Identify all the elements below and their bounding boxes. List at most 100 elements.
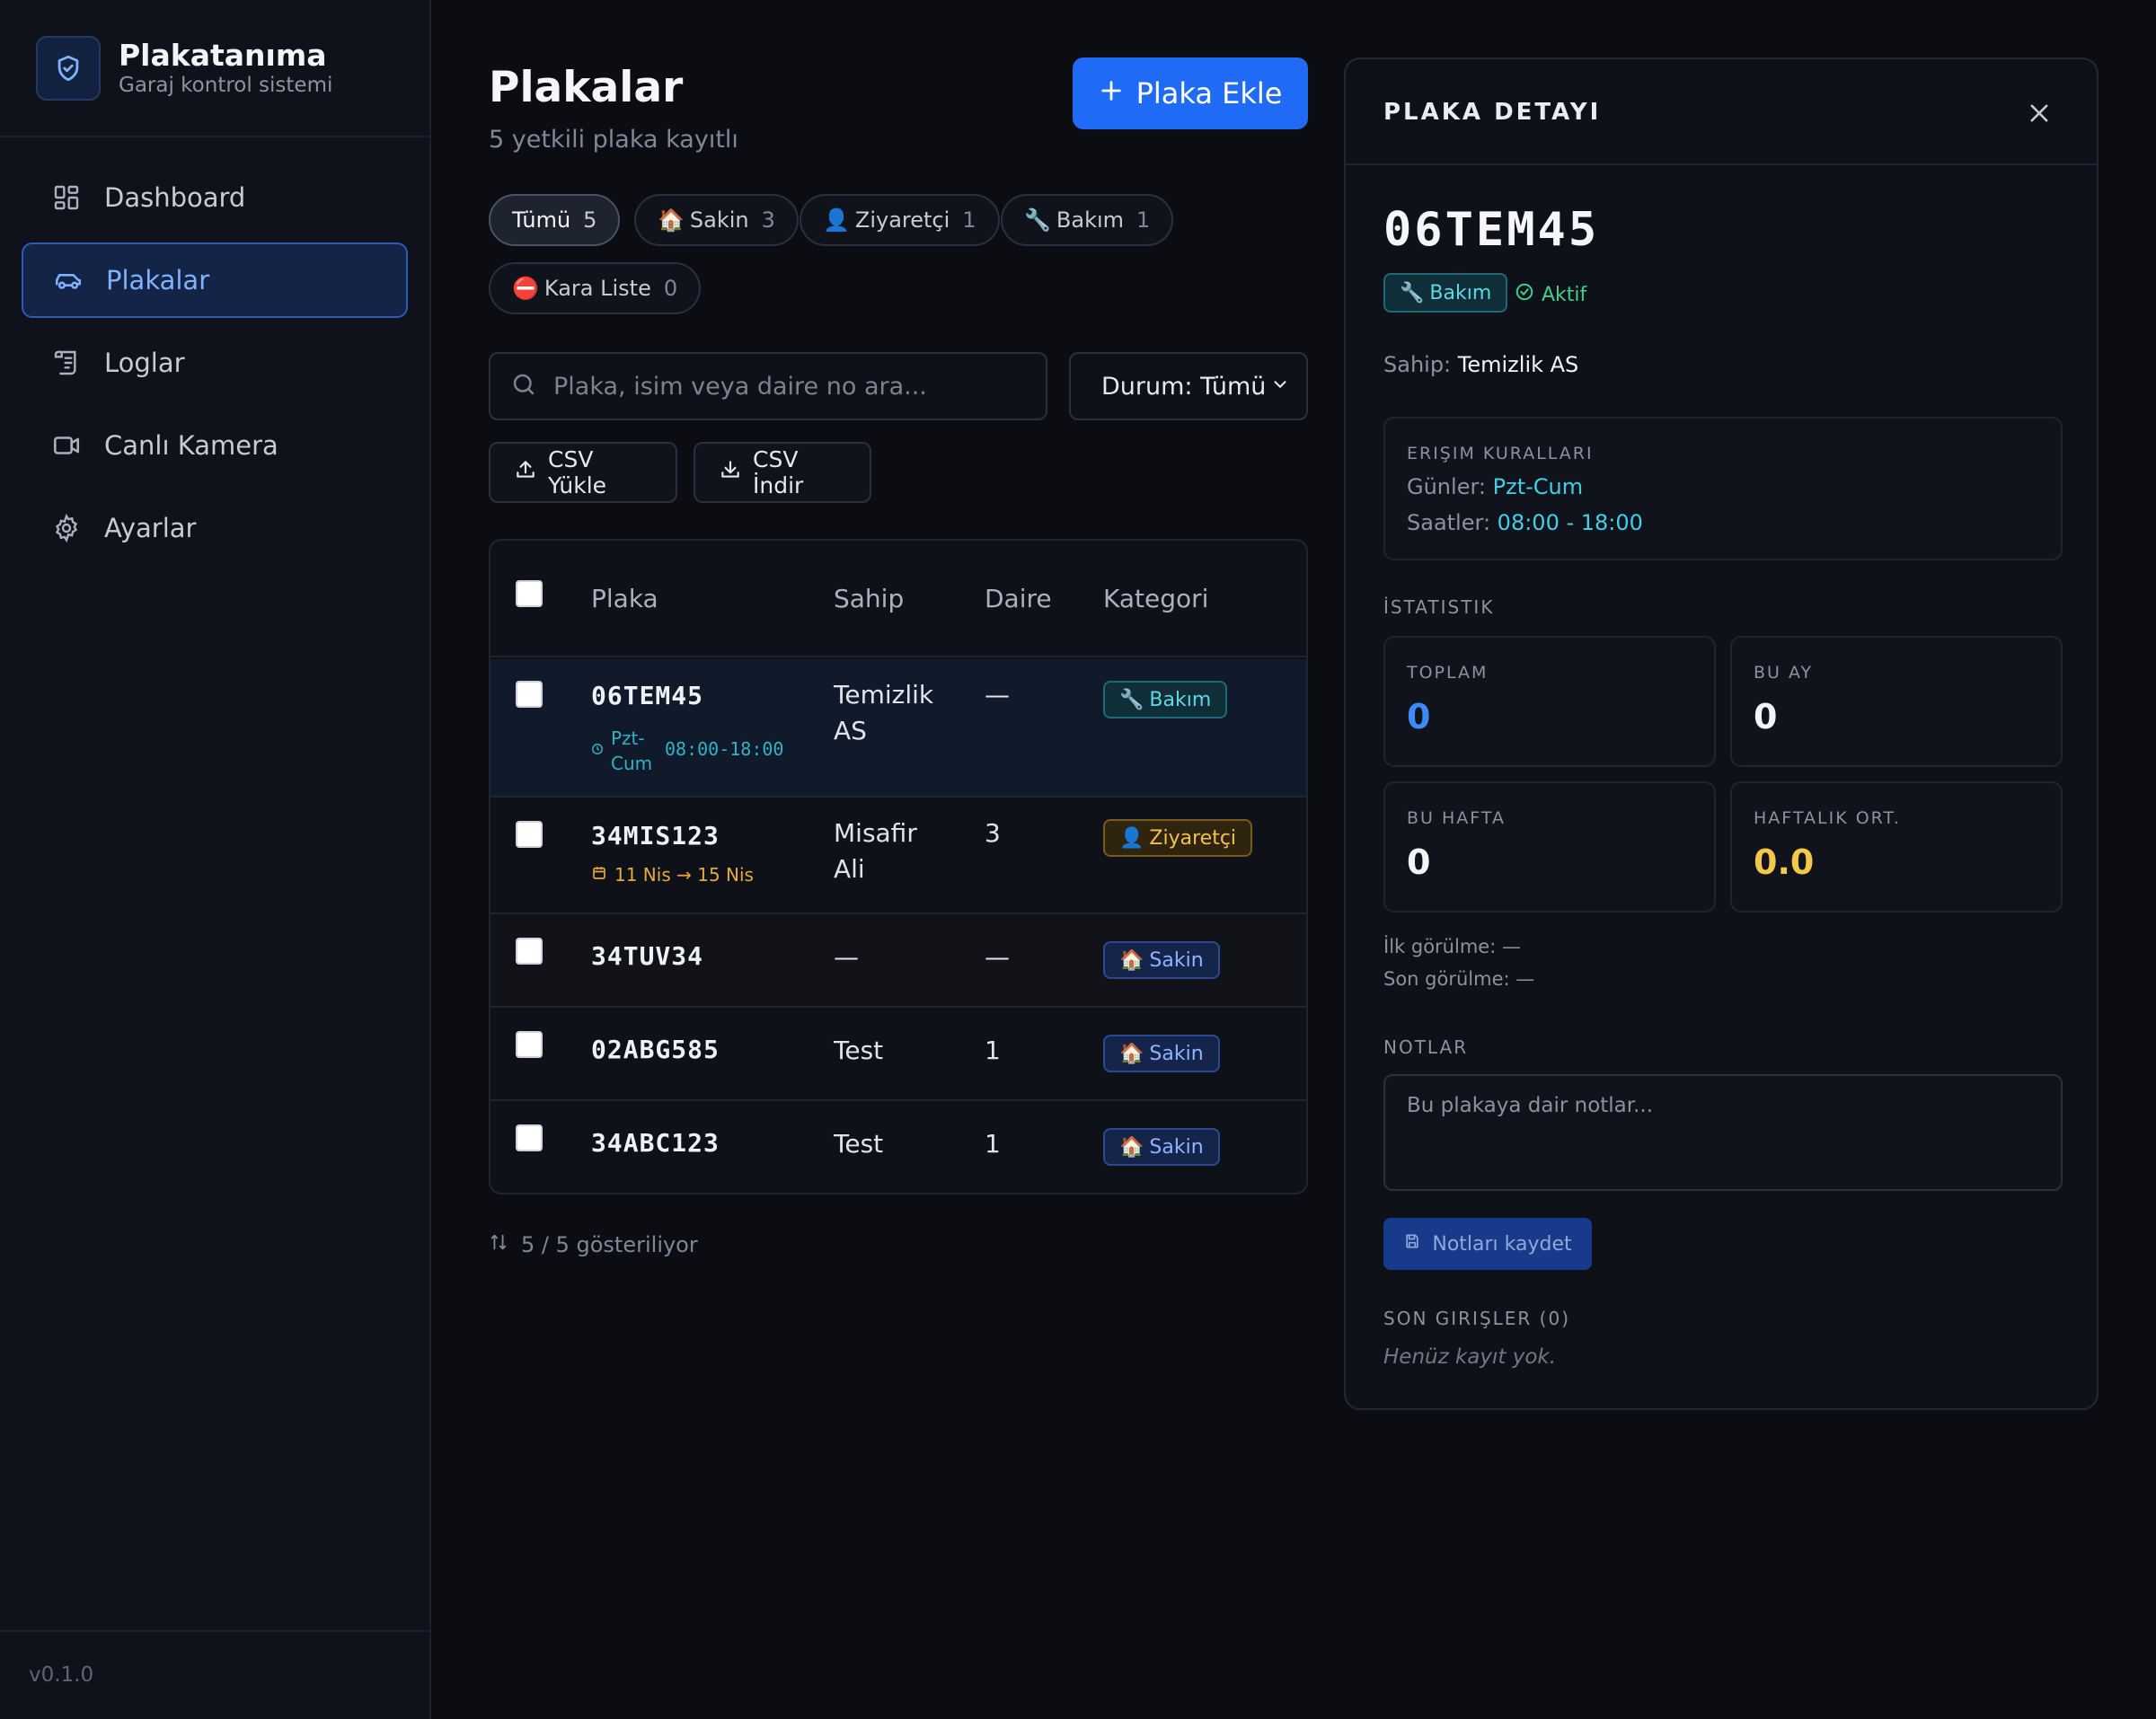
hours-value: 08:00 - 18:00 (1497, 510, 1643, 535)
brand: Plakatanıma Garaj kontrol sistemi (0, 0, 429, 137)
stat-label: HAFTALIK ORT. (1754, 808, 1901, 828)
table-row[interactable]: 02ABG585 Test 1 🏠 Sakin (490, 1008, 1306, 1101)
owner-name: Test (834, 1129, 884, 1159)
upload-icon (514, 458, 537, 487)
row-checkbox[interactable] (516, 938, 543, 965)
stat-card-total: TOPLAM 0 (1383, 636, 1716, 767)
plate-number: 02ABG585 (591, 1035, 720, 1064)
panel-title: PLAKA DETAYI (1383, 99, 1602, 126)
unit-number: 1 (985, 1036, 1001, 1065)
plate-number: 34TUV34 (591, 941, 704, 971)
plate-number: 34ABC123 (591, 1128, 720, 1158)
access-days-row: Günler: Pzt-Cum (1407, 474, 1583, 499)
owner-line: AS (834, 716, 867, 745)
stat-label: BU HAFTA (1407, 808, 1506, 828)
chip-count: 0 (663, 276, 678, 301)
status-select[interactable]: Durum: Tümü (1069, 352, 1308, 420)
row-checkbox[interactable] (516, 1124, 543, 1151)
check-circle-icon (1515, 282, 1534, 307)
chip-count: 5 (583, 207, 597, 233)
nav-item-plakalar[interactable]: Plakalar (22, 242, 408, 318)
csv-upload-button[interactable]: CSV Yükle (489, 442, 677, 503)
plate-detail-panel: PLAKA DETAYI 06TEM45 🔧 Bakım Aktif Sahip… (1344, 57, 2099, 1410)
nav-item-loglar[interactable]: Loglar (22, 325, 408, 401)
gear-icon (50, 512, 83, 544)
chip-label: Ziyaretçi (854, 207, 950, 233)
column-header-kategori[interactable]: Kategori (1103, 584, 1208, 613)
filter-chip-kara-liste[interactable]: ⛔ Kara Liste 0 (489, 262, 702, 314)
row-checkbox[interactable] (516, 821, 543, 848)
shield-icon (36, 36, 101, 101)
scroll-icon (50, 347, 83, 379)
notes-textarea[interactable] (1407, 1094, 2039, 1171)
stat-value: 0.0 (1754, 842, 1815, 882)
save-notes-button[interactable]: Notları kaydet (1383, 1218, 1592, 1270)
brand-title: Plakatanıma (119, 38, 327, 73)
nav-label: Dashboard (104, 182, 246, 213)
wrench-icon: 🔧 (1400, 281, 1425, 304)
add-plate-button[interactable]: Plaka Ekle (1073, 57, 1308, 129)
notes-box (1383, 1074, 2063, 1191)
owner-name: Test (834, 1036, 884, 1065)
download-icon (719, 458, 742, 487)
stat-value: 0 (1407, 842, 1431, 882)
brand-subtitle: Garaj kontrol sistemi (119, 74, 333, 97)
chevron-down-icon (1270, 373, 1290, 401)
column-header-sahip[interactable]: Sahip (834, 584, 904, 613)
csv-download-button[interactable]: CSV İndir (694, 442, 871, 503)
unit-number: 3 (985, 818, 1001, 848)
stat-card-month: BU AY 0 (1730, 636, 2063, 767)
nav-item-dashboard[interactable]: Dashboard (22, 160, 408, 235)
table-row[interactable]: 34MIS123 11 Nis → 15 Nis Misafir Ali 3 👤… (490, 798, 1306, 914)
validity-dates: 11 Nis → 15 Nis (591, 864, 754, 886)
csv-download-label: CSV İndir (753, 446, 804, 498)
category-badge: 🔧 Bakım (1103, 681, 1228, 718)
category-label: Sakin (1149, 1042, 1204, 1065)
csv-upload-label: CSV Yükle (548, 446, 607, 498)
table-row[interactable]: 34TUV34 — — 🏠 Sakin (490, 914, 1306, 1008)
stats-title: İSTATISTIK (1383, 596, 1495, 618)
search-input[interactable] (553, 372, 1038, 401)
version-label: v0.1.0 (29, 1663, 94, 1687)
column-header-plaka[interactable]: Plaka (591, 584, 658, 613)
unit-number: — (985, 680, 1010, 710)
house-icon: 🏠 (658, 207, 685, 233)
category-badge: 👤 Ziyaretçi (1103, 819, 1253, 857)
row-checkbox[interactable] (516, 1031, 543, 1058)
row-checkbox[interactable] (516, 681, 543, 708)
recent-entries-empty: Henüz kayıt yok. (1383, 1345, 1557, 1369)
filter-chip-bakim[interactable]: 🔧 Bakım 1 (1001, 194, 1174, 246)
stat-label: TOPLAM (1407, 663, 1489, 683)
owner-info: Sahip: Temizlik AS (1383, 352, 1578, 377)
table-row[interactable]: 34ABC123 Test 1 🏠 Sakin (490, 1101, 1306, 1193)
category-label: Sakin (1149, 1135, 1204, 1159)
chip-count: 1 (962, 207, 976, 233)
chip-label: Kara Liste (543, 276, 651, 301)
chip-label: Sakin (689, 207, 749, 233)
stat-card-week: BU HAFTA 0 (1383, 781, 1716, 912)
filter-chip-ziyaretci[interactable]: 👤 Ziyaretçi 1 (800, 194, 1000, 246)
chip-label: Bakım (1056, 207, 1125, 233)
access-rules-box: ERIŞIM KURALLARI Günler: Pzt-Cum Saatler… (1383, 417, 2063, 560)
nav-item-canli-kamera[interactable]: Canlı Kamera (22, 408, 408, 483)
table-row[interactable]: 06TEM45 Pzt- Cum 08:00-18:00 Temizlik AS… (490, 659, 1306, 798)
dashboard-icon (50, 181, 83, 214)
nav-item-ayarlar[interactable]: Ayarlar (22, 490, 408, 566)
column-header-daire[interactable]: Daire (985, 584, 1052, 613)
person-icon: 👤 (1119, 826, 1144, 850)
add-plate-label: Plaka Ekle (1135, 76, 1283, 110)
access-time: 08:00-18:00 (665, 738, 784, 760)
pagination-info: 5 / 5 gösteriliyor (489, 1232, 698, 1257)
nav-label: Ayarlar (104, 513, 197, 543)
select-all-checkbox[interactable] (516, 580, 543, 607)
detail-plate-number: 06TEM45 (1383, 203, 1600, 257)
status-badge: Aktif (1515, 282, 1586, 307)
access-days: Pzt- Cum (611, 726, 652, 776)
wrench-icon: 🔧 (1024, 207, 1051, 233)
panel-header: PLAKA DETAYI (1346, 59, 2097, 165)
filter-chip-tumu[interactable]: Tümü 5 (489, 194, 621, 246)
showing-count: 5 / 5 gösteriliyor (521, 1232, 698, 1257)
filter-chip-sakin[interactable]: 🏠 Sakin 3 (634, 194, 799, 246)
owner-line: Temizlik (834, 680, 934, 710)
close-icon[interactable] (2023, 97, 2055, 129)
